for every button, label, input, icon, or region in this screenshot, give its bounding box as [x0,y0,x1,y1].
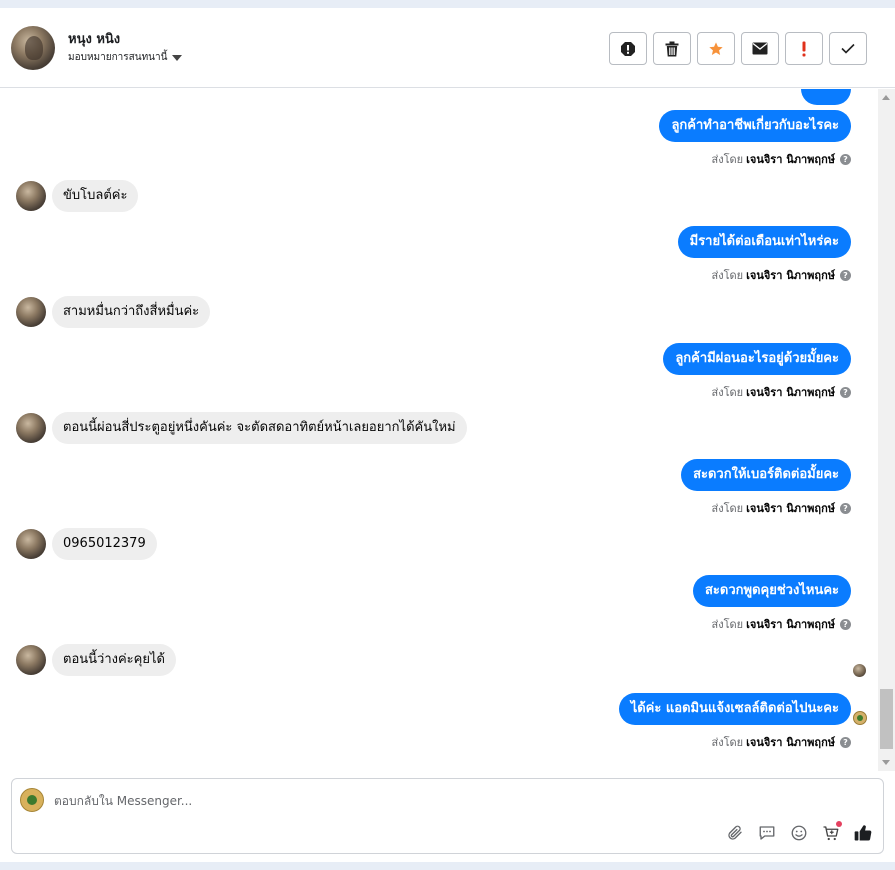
sent-by-prefix: ส่งโดย [711,269,744,282]
conversation-window: หนุง หนิง มอบหมายการสนทนานี้ ลูกค้าทำอาช… [0,8,895,862]
notification-dot [836,821,842,827]
trash-icon [665,41,679,56]
emoji-button[interactable] [789,823,809,843]
delete-button[interactable] [653,32,691,65]
seen-indicator-page [853,711,867,725]
add-to-cart-button[interactable] [821,821,842,843]
help-icon[interactable]: ? [840,736,851,748]
sent-by-agent: เจนจิรา นิภาพฤกษ์ [746,736,835,749]
star-icon [709,41,723,55]
action-toolbar [609,32,867,65]
saved-replies-button[interactable] [757,823,777,843]
help-icon[interactable]: ? [840,502,851,514]
chat-bubble-icon [759,826,775,840]
message-bubble-outgoing: สะดวกให้เบอร์ติดต่อมั้ยคะ [681,459,851,491]
contact-avatar[interactable] [11,26,55,70]
smile-icon [791,825,807,841]
sent-by-label: ส่งโดย เจนจิรา นิภาพฤกษ์ ? [712,383,851,401]
mark-unread-button[interactable] [741,32,779,65]
composer-toolbar [725,821,873,843]
sent-by-prefix: ส่งโดย [711,618,744,631]
help-icon[interactable]: ? [840,269,851,281]
sent-by-agent: เจนจิรา นิภาพฤกษ์ [746,269,835,282]
message-bubble-incoming: ตอนนี้ว่างค่ะคุยได้ [52,644,176,676]
sent-by-agent: เจนจิรา นิภาพฤกษ์ [746,502,835,515]
sent-by-prefix: ส่งโดย [711,736,744,749]
check-icon [841,43,855,54]
message-bubble-outgoing: มีรายได้ต่อเดือนเท่าไหร่คะ [677,226,851,258]
scrollbar-thumb[interactable] [880,689,893,749]
report-button[interactable] [609,32,647,65]
report-icon [621,41,635,56]
help-icon[interactable]: ? [840,386,851,398]
caret-down-icon [172,54,183,61]
seen-indicator-contact [853,664,866,677]
done-button[interactable] [829,32,867,65]
contact-avatar-small [16,529,46,559]
contact-avatar-small [16,645,46,675]
reply-input[interactable] [54,791,754,811]
sent-by-prefix: ส่งโดย [711,386,744,399]
like-button[interactable] [853,823,873,843]
reply-composer [11,778,884,854]
sent-by-prefix: ส่งโดย [711,502,744,515]
message-bubble-incoming: ขับโบลต์ค่ะ [52,180,139,212]
sent-by-prefix: ส่งโดย [711,153,744,166]
message-bubble-outgoing: ลูกค้าทำอาชีพเกี่ยวกับอะไรคะ [659,110,851,142]
sent-by-label: ส่งโดย เจนจิรา นิภาพฤกษ์ ? [712,266,851,284]
sent-by-agent: เจนจิรา นิภาพฤกษ์ [746,386,835,399]
message-bubble-incoming: ตอนนี้ผ่อนสี่ประตูอยู่หนึ่งคันค่ะ จะตัดส… [52,412,467,444]
page-avatar [20,788,44,812]
sent-by-agent: เจนจิรา นิภาพฤกษ์ [746,618,835,631]
contact-name[interactable]: หนุง หนิง [68,28,120,49]
sent-by-label: ส่งโดย เจนจิรา นิภาพฤกษ์ ? [712,733,851,751]
exclamation-icon [802,41,806,56]
thread-scrollbar[interactable] [878,89,895,771]
help-icon[interactable]: ? [840,618,851,630]
contact-avatar-small [16,181,46,211]
sent-by-agent: เจนจิรา นิภาพฤกษ์ [746,153,835,166]
assign-conversation-dropdown[interactable]: มอบหมายการสนทนานี้ [68,50,183,65]
sent-by-label: ส่งโดย เจนจิรา นิภาพฤกษ์ ? [712,615,851,633]
message-bubble-incoming: สามหมื่นกว่าถึงสี่หมื่นค่ะ [52,296,211,328]
message-bubble-outgoing: ลูกค้ามีผ่อนอะไรอยู่ด้วยมั้ยคะ [663,343,851,375]
conversation-header: หนุง หนิง มอบหมายการสนทนานี้ [0,8,895,88]
paperclip-icon [728,825,742,840]
mail-icon [752,42,768,55]
message-bubble-outgoing: ได้ค่ะ แอดมินแจ้งเซลล์ติดต่อไปนะคะ [618,693,851,725]
message-bubble-partial [801,89,851,105]
sent-by-label: ส่งโดย เจนจิรา นิภาพฤกษ์ ? [712,499,851,517]
star-button[interactable] [697,32,735,65]
contact-avatar-small [16,297,46,327]
important-button[interactable] [785,32,823,65]
message-bubble-incoming: 0965012379 [52,528,157,560]
sent-by-label: ส่งโดย เจนจิรา นิภาพฤกษ์ ? [712,150,851,168]
scroll-down-arrow-icon[interactable] [882,760,890,765]
attach-button[interactable] [725,823,745,843]
scroll-up-arrow-icon[interactable] [882,95,890,100]
help-icon[interactable]: ? [840,153,851,165]
thumbs-up-icon [854,825,872,841]
message-thread[interactable]: ลูกค้าทำอาชีพเกี่ยวกับอะไรคะ ส่งโดย เจนจ… [0,89,878,771]
message-bubble-outgoing: สะดวกพูดคุยช่วงไหนคะ [693,575,851,607]
contact-avatar-small [16,413,46,443]
assign-label: มอบหมายการสนทนานี้ [68,52,168,63]
